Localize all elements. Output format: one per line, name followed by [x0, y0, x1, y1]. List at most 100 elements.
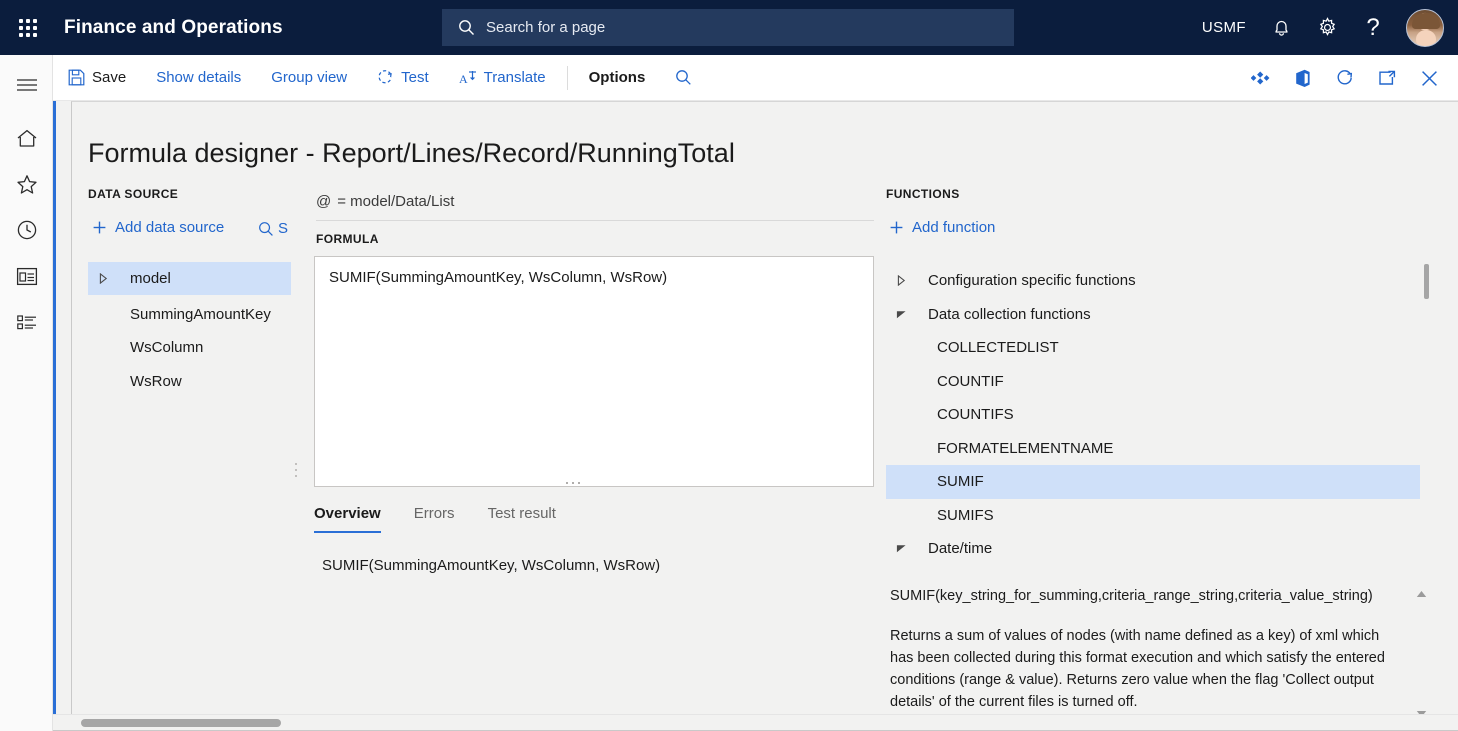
tab-errors[interactable]: Errors [414, 505, 455, 533]
sidebar-item-favorites[interactable] [0, 161, 53, 207]
tree-item-wsrow[interactable]: WsRow [88, 365, 291, 398]
search-input[interactable]: Search for a page [442, 9, 1014, 46]
command-bar-right-icons [1240, 55, 1450, 101]
vertical-splitter-handle[interactable] [295, 463, 297, 477]
avatar[interactable] [1406, 8, 1444, 47]
hamburger-menu-icon [16, 77, 38, 93]
app-launcher-button[interactable] [0, 0, 56, 55]
search-icon [258, 221, 274, 237]
function-group-configuration-specific[interactable]: Configuration specific functions [886, 264, 1420, 298]
search-icon [675, 69, 692, 86]
waffle-icon [19, 18, 37, 37]
tree-item-label: model [130, 270, 171, 287]
function-item-label: COUNTIFS [937, 406, 1014, 424]
function-item-label: COUNTIF [937, 372, 1004, 390]
chevron-down-icon[interactable] [886, 310, 916, 319]
chevron-down-icon[interactable] [886, 544, 916, 553]
search-placeholder-text: Search for a page [486, 19, 606, 36]
tree-item-summingamountkey[interactable]: SummingAmountKey [88, 298, 291, 331]
close-icon [1420, 69, 1439, 88]
function-item-label: SUMIF [937, 473, 984, 491]
translate-label: Translate [483, 69, 546, 86]
function-group-label: Date/time [928, 540, 993, 558]
formula-resize-grip[interactable] [566, 482, 580, 484]
functions-tree: Configuration specific functions Data co… [886, 264, 1420, 567]
tab-overview[interactable]: Overview [314, 505, 381, 533]
group-view-button[interactable]: Group view [256, 55, 362, 101]
function-description-body: Returns a sum of values of nodes (with n… [890, 628, 1385, 710]
refresh-button[interactable] [1324, 55, 1366, 101]
open-in-new-window-button[interactable] [1366, 55, 1408, 101]
formula-editor[interactable]: SUMIF(SummingAmountKey, WsColumn, WsRow) [314, 256, 874, 487]
functions-scrollbar[interactable] [1424, 264, 1429, 567]
test-refresh-icon [377, 69, 394, 86]
settings-button[interactable] [1304, 0, 1350, 55]
functions-heading: FUNCTIONS [886, 187, 960, 201]
binding-path-row: @ = model/Data/List [316, 193, 874, 221]
function-group-label: Configuration specific functions [928, 272, 1136, 290]
gear-icon [1317, 17, 1338, 38]
translate-button[interactable]: A Translate [444, 55, 561, 101]
function-item-sumif[interactable]: SUMIF [886, 465, 1420, 499]
function-item-label: COLLECTEDLIST [937, 339, 1059, 357]
close-button[interactable] [1408, 55, 1450, 101]
office-icon [1295, 69, 1311, 88]
sidebar-item-workspaces[interactable] [0, 253, 53, 299]
show-details-button[interactable]: Show details [141, 55, 256, 101]
function-signature: SUMIF(key_string_for_summing,criteria_ra… [890, 588, 1373, 604]
horizontal-scrollbar-thumb[interactable] [81, 719, 281, 727]
data-source-search-label: S [278, 220, 289, 237]
command-separator [566, 65, 568, 90]
add-function-button[interactable]: Add function [889, 219, 995, 236]
tree-item-model[interactable]: model [88, 262, 291, 295]
data-source-search-button[interactable]: S [258, 220, 310, 237]
save-button[interactable]: Save [53, 55, 141, 101]
app-title: Finance and Operations [64, 16, 283, 38]
home-icon [16, 128, 38, 149]
help-button[interactable]: ? [1350, 0, 1396, 55]
options-button[interactable]: Options [574, 55, 661, 101]
binding-path-value: = model/Data/List [337, 193, 455, 210]
tab-test-result[interactable]: Test result [488, 505, 556, 533]
company-selector[interactable]: USMF [1190, 0, 1258, 55]
save-label: Save [92, 69, 127, 86]
tree-item-label: WsColumn [130, 339, 204, 356]
plus-icon [889, 220, 904, 235]
function-item-formatelementname[interactable]: FORMATELEMENTNAME [886, 432, 1420, 466]
save-floppy-icon [68, 69, 85, 86]
left-icon-rail [0, 55, 53, 731]
function-item-sumifs[interactable]: SUMIFS [886, 499, 1420, 533]
add-data-source-button[interactable]: Add data source [92, 219, 224, 236]
scroll-up-arrow-icon[interactable] [1414, 587, 1428, 601]
sidebar-item-recent[interactable] [0, 207, 53, 253]
result-tabs: Overview Errors Test result [314, 505, 589, 533]
functions-scrollbar-thumb[interactable] [1424, 264, 1429, 299]
sidebar-item-navigation-menu[interactable] [0, 62, 53, 108]
command-search-button[interactable] [660, 55, 707, 101]
list-icon [16, 313, 38, 332]
refresh-icon [1336, 69, 1354, 87]
bell-icon [1272, 18, 1291, 38]
horizontal-scrollbar[interactable] [53, 714, 1458, 731]
notifications-button[interactable] [1258, 0, 1304, 55]
function-item-label: SUMIFS [937, 506, 994, 524]
test-label: Test [401, 69, 429, 86]
function-item-countif[interactable]: COUNTIF [886, 365, 1420, 399]
top-navigation-bar: Finance and Operations Search for a page… [0, 0, 1458, 55]
sidebar-item-modules[interactable] [0, 299, 53, 345]
function-group-data-collection[interactable]: Data collection functions [886, 298, 1420, 332]
test-button[interactable]: Test [362, 55, 444, 101]
chevron-right-icon[interactable] [88, 273, 118, 284]
chevron-right-icon[interactable] [886, 275, 916, 287]
function-item-collectedlist[interactable]: COLLECTEDLIST [886, 331, 1420, 365]
description-scrollbar[interactable] [1412, 583, 1430, 725]
function-group-date-time[interactable]: Date/time [886, 532, 1420, 566]
power-apps-icon-button[interactable] [1240, 55, 1282, 101]
function-item-countifs[interactable]: COUNTIFS [886, 398, 1420, 432]
function-description-panel: SUMIF(key_string_for_summing,criteria_ra… [890, 585, 1402, 725]
tree-item-wscolumn[interactable]: WsColumn [88, 331, 291, 364]
office-icon-button[interactable] [1282, 55, 1324, 101]
open-in-new-window-icon [1378, 70, 1396, 87]
star-icon [16, 174, 38, 195]
sidebar-item-home[interactable] [0, 115, 53, 161]
